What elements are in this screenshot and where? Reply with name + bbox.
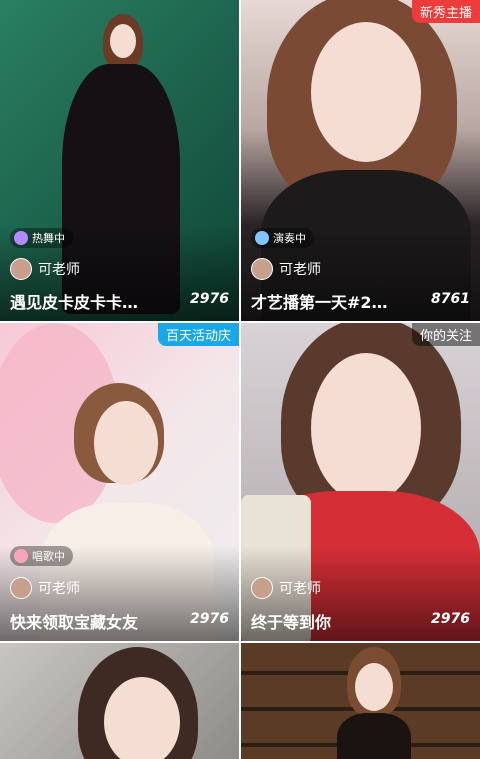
streamer-info: 可老师 (251, 258, 321, 280)
live-card[interactable]: 百天活动庆 唱歌中 可老师 快来领取宝藏女友 2976 (0, 323, 239, 641)
viewer-count: 2976 (431, 611, 470, 627)
streamer-info: 可老师 (251, 577, 321, 599)
streamer-info: 可老师 (10, 258, 80, 280)
live-card[interactable]: 你的关注 可老师 终于等到你 2976 (241, 323, 480, 641)
live-card[interactable] (241, 643, 480, 759)
streamer-name: 可老师 (38, 262, 80, 278)
sing-icon (14, 549, 28, 563)
streamer-name: 可老师 (38, 581, 80, 597)
room-title: 才艺播第一天#2… (251, 293, 388, 312)
live-card[interactable]: 新秀主播 演奏中 可老师 才艺播第一天#2… 8761 (241, 0, 480, 321)
corner-badge: 百天活动庆 (157, 323, 239, 346)
viewer-count: 2976 (190, 291, 229, 307)
viewer-count: 2976 (190, 611, 229, 627)
streamer-name: 可老师 (279, 581, 321, 597)
live-card[interactable]: 热舞中 可老师 遇见皮卡皮卡卡… 2976 (0, 0, 239, 321)
streamer-name: 可老师 (279, 262, 321, 278)
instrument-icon (255, 231, 269, 245)
corner-badge: 新秀主播 (411, 0, 480, 23)
streamer-info: 可老师 (10, 577, 80, 599)
avatar (10, 577, 32, 599)
dance-icon (14, 231, 28, 245)
live-status-tag: 演奏中 (251, 228, 314, 248)
avatar (251, 258, 273, 280)
avatar (251, 577, 273, 599)
viewer-count: 8761 (431, 291, 470, 307)
live-card[interactable] (0, 643, 239, 759)
room-title: 终于等到你 (251, 613, 332, 632)
room-title: 遇见皮卡皮卡卡… (10, 293, 139, 312)
live-room-grid: 热舞中 可老师 遇见皮卡皮卡卡… 2976 新秀主播 演奏中 可老师 才艺播第一… (0, 0, 480, 759)
avatar (10, 258, 32, 280)
live-status-tag: 热舞中 (10, 228, 73, 248)
corner-badge: 你的关注 (411, 323, 480, 346)
live-status-tag: 唱歌中 (10, 546, 73, 566)
room-title: 快来领取宝藏女友 (10, 613, 139, 632)
